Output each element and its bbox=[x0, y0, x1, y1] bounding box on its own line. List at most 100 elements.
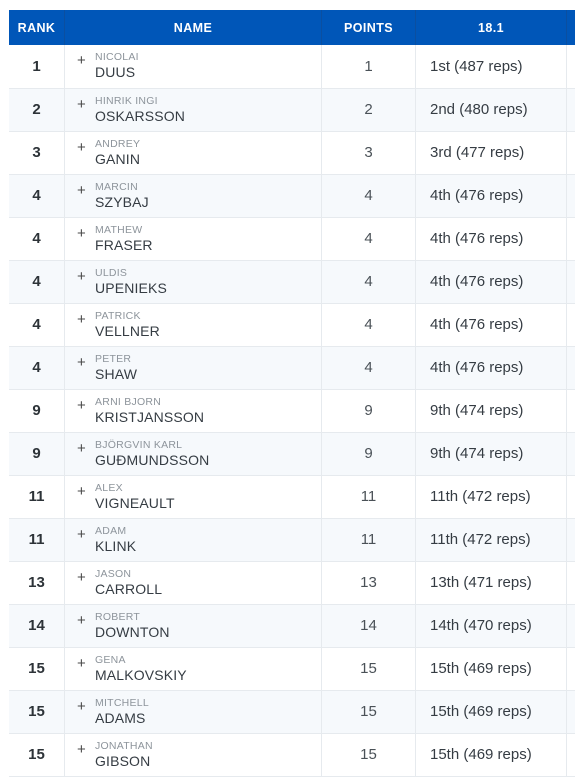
leaderboard-table-container: RANK NAME POINTS 18.1 1 + NICOLAI DUUS 1 1st … bbox=[9, 10, 575, 777]
athlete-last-name: VIGNEAULT bbox=[95, 494, 175, 511]
cell-extra bbox=[566, 346, 575, 390]
table-row[interactable]: 4 + PETER SHAW 4 4th (476 reps) bbox=[9, 346, 575, 390]
cell-name[interactable]: + JONATHAN GIBSON bbox=[64, 733, 322, 777]
column-header-extra[interactable] bbox=[566, 10, 575, 45]
plus-expand-icon[interactable]: + bbox=[77, 312, 91, 327]
cell-score-18-1: 4th (476 reps) bbox=[415, 303, 567, 347]
plus-expand-icon[interactable]: + bbox=[77, 226, 91, 241]
cell-name[interactable]: + ANDREY GANIN bbox=[64, 131, 322, 175]
plus-expand-icon[interactable]: + bbox=[77, 656, 91, 671]
table-row[interactable]: 15 + MITCHELL ADAMS 15 15th (469 reps) bbox=[9, 690, 575, 734]
table-row[interactable]: 14 + ROBERT DOWNTON 14 14th (470 reps) bbox=[9, 604, 575, 648]
athlete-first-name: BJÖRGVIN KARL bbox=[95, 438, 183, 451]
plus-expand-icon[interactable]: + bbox=[77, 53, 91, 68]
athlete-first-name: JASON bbox=[95, 567, 132, 580]
plus-expand-icon[interactable]: + bbox=[77, 742, 91, 757]
cell-score-18-1: 1st (487 reps) bbox=[415, 45, 567, 89]
cell-points: 3 bbox=[321, 131, 416, 175]
plus-expand-icon[interactable]: + bbox=[77, 97, 91, 112]
table-row[interactable]: 4 + ULDIS UPENIEKS 4 4th (476 reps) bbox=[9, 260, 575, 304]
cell-score-18-1: 15th (469 reps) bbox=[415, 690, 567, 734]
plus-expand-icon[interactable]: + bbox=[77, 269, 91, 284]
table-row[interactable]: 1 + NICOLAI DUUS 1 1st (487 reps) bbox=[9, 45, 575, 89]
table-row[interactable]: 4 + MATHEW FRASER 4 4th (476 reps) bbox=[9, 217, 575, 261]
cell-points: 9 bbox=[321, 432, 416, 476]
cell-name[interactable]: + ULDIS UPENIEKS bbox=[64, 260, 322, 304]
cell-name[interactable]: + MITCHELL ADAMS bbox=[64, 690, 322, 734]
cell-name[interactable]: + ROBERT DOWNTON bbox=[64, 604, 322, 648]
table-row[interactable]: 2 + HINRIK INGI OSKARSSON 2 2nd (480 reps) bbox=[9, 88, 575, 132]
plus-expand-icon[interactable]: + bbox=[77, 699, 91, 714]
cell-points: 4 bbox=[321, 217, 416, 261]
cell-name[interactable]: + PATRICK VELLNER bbox=[64, 303, 322, 347]
cell-score-18-1: 15th (469 reps) bbox=[415, 733, 567, 777]
cell-points: 14 bbox=[321, 604, 416, 648]
cell-score-18-1: 2nd (480 reps) bbox=[415, 88, 567, 132]
athlete-last-name: GUÐMUNDSSON bbox=[95, 451, 210, 468]
cell-rank: 4 bbox=[9, 260, 65, 304]
table-row[interactable]: 3 + ANDREY GANIN 3 3rd (477 reps) bbox=[9, 131, 575, 175]
athlete-name: ULDIS UPENIEKS bbox=[91, 267, 167, 297]
cell-rank: 13 bbox=[9, 561, 65, 605]
cell-score-18-1: 4th (476 reps) bbox=[415, 217, 567, 261]
plus-expand-icon[interactable]: + bbox=[77, 527, 91, 542]
cell-extra bbox=[566, 733, 575, 777]
cell-name[interactable]: + BJÖRGVIN KARL GUÐMUNDSSON bbox=[64, 432, 322, 476]
cell-points: 1 bbox=[321, 45, 416, 89]
table-row[interactable]: 15 + GENA MALKOVSKIY 15 15th (469 reps) bbox=[9, 647, 575, 691]
table-row[interactable]: 4 + PATRICK VELLNER 4 4th (476 reps) bbox=[9, 303, 575, 347]
plus-expand-icon[interactable]: + bbox=[77, 140, 91, 155]
cell-score-18-1: 13th (471 reps) bbox=[415, 561, 567, 605]
athlete-name: HINRIK INGI OSKARSSON bbox=[91, 95, 185, 125]
cell-rank: 4 bbox=[9, 174, 65, 218]
table-row[interactable]: 11 + ALEX VIGNEAULT 11 11th (472 reps) bbox=[9, 475, 575, 519]
athlete-first-name: ROBERT bbox=[95, 610, 141, 623]
cell-name[interactable]: + NICOLAI DUUS bbox=[64, 45, 322, 89]
cell-rank: 9 bbox=[9, 389, 65, 433]
cell-score-18-1: 11th (472 reps) bbox=[415, 475, 567, 519]
cell-name[interactable]: + ARNI BJORN KRISTJANSSON bbox=[64, 389, 322, 433]
cell-points: 13 bbox=[321, 561, 416, 605]
athlete-first-name: MATHEW bbox=[95, 223, 143, 236]
plus-expand-icon[interactable]: + bbox=[77, 613, 91, 628]
table-row[interactable]: 9 + ARNI BJORN KRISTJANSSON 9 9th (474 reps) bbox=[9, 389, 575, 433]
cell-score-18-1: 14th (470 reps) bbox=[415, 604, 567, 648]
cell-rank: 1 bbox=[9, 45, 65, 89]
cell-name[interactable]: + PETER SHAW bbox=[64, 346, 322, 390]
cell-name[interactable]: + HINRIK INGI OSKARSSON bbox=[64, 88, 322, 132]
athlete-first-name: MITCHELL bbox=[95, 696, 149, 709]
cell-name[interactable]: + ALEX VIGNEAULT bbox=[64, 475, 322, 519]
plus-expand-icon[interactable]: + bbox=[77, 398, 91, 413]
column-header-name[interactable]: NAME bbox=[64, 10, 322, 45]
table-row[interactable]: 15 + JONATHAN GIBSON 15 15th (469 reps) bbox=[9, 733, 575, 777]
table-header: RANK NAME POINTS 18.1 bbox=[9, 10, 575, 45]
plus-expand-icon[interactable]: + bbox=[77, 484, 91, 499]
cell-score-18-1: 4th (476 reps) bbox=[415, 174, 567, 218]
table-row[interactable]: 13 + JASON CARROLL 13 13th (471 reps) bbox=[9, 561, 575, 605]
cell-rank: 4 bbox=[9, 217, 65, 261]
cell-name[interactable]: + ADAM KLINK bbox=[64, 518, 322, 562]
athlete-first-name: PATRICK bbox=[95, 309, 141, 322]
plus-expand-icon[interactable]: + bbox=[77, 441, 91, 456]
cell-name[interactable]: + MARCIN SZYBAJ bbox=[64, 174, 322, 218]
athlete-first-name: NICOLAI bbox=[95, 51, 139, 64]
cell-score-18-1: 9th (474 reps) bbox=[415, 432, 567, 476]
column-header-rank[interactable]: RANK bbox=[9, 10, 65, 45]
cell-points: 15 bbox=[321, 647, 416, 691]
plus-expand-icon[interactable]: + bbox=[77, 570, 91, 585]
plus-expand-icon[interactable]: + bbox=[77, 183, 91, 198]
table-row[interactable]: 4 + MARCIN SZYBAJ 4 4th (476 reps) bbox=[9, 174, 575, 218]
cell-name[interactable]: + MATHEW FRASER bbox=[64, 217, 322, 261]
plus-expand-icon[interactable]: + bbox=[77, 355, 91, 370]
cell-name[interactable]: + JASON CARROLL bbox=[64, 561, 322, 605]
column-header-18-1[interactable]: 18.1 bbox=[415, 10, 567, 45]
table-row[interactable]: 11 + ADAM KLINK 11 11th (472 reps) bbox=[9, 518, 575, 562]
table-row[interactable]: 9 + BJÖRGVIN KARL GUÐMUNDSSON 9 9th (474 reps… bbox=[9, 432, 575, 476]
cell-name[interactable]: + GENA MALKOVSKIY bbox=[64, 647, 322, 691]
cell-extra bbox=[566, 432, 575, 476]
cell-points: 4 bbox=[321, 260, 416, 304]
athlete-name: MITCHELL ADAMS bbox=[91, 697, 149, 727]
cell-extra bbox=[566, 561, 575, 605]
column-header-points[interactable]: POINTS bbox=[321, 10, 416, 45]
athlete-last-name: GIBSON bbox=[95, 752, 151, 769]
